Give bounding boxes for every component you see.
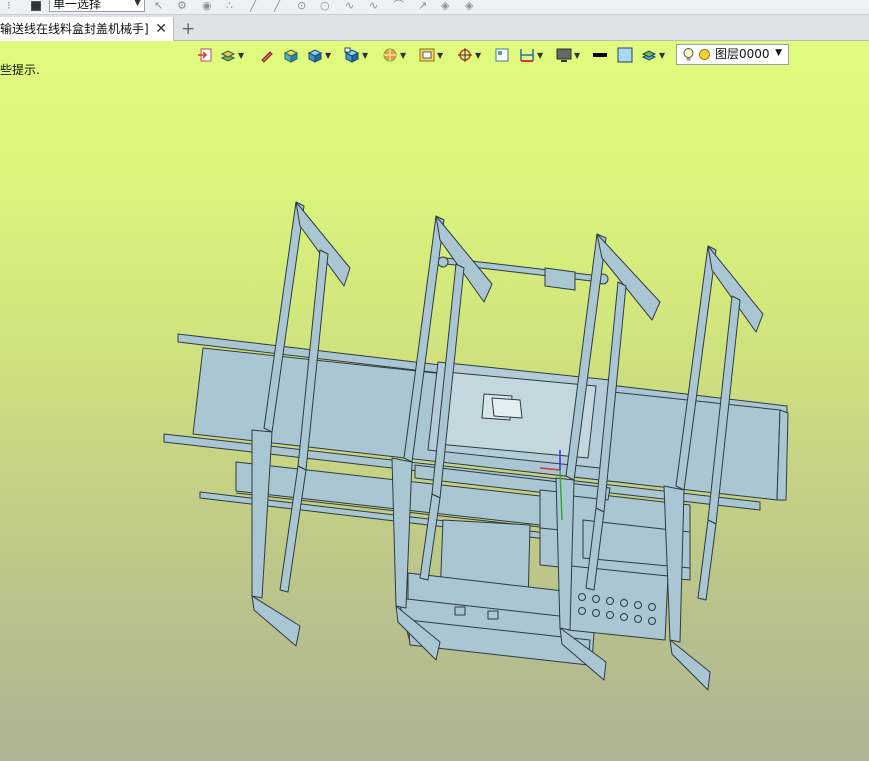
chevron-down-icon: ▼ bbox=[134, 0, 141, 8]
document-tab-bar: 输送线在线料盒封盖机械手] ✕ + bbox=[0, 15, 869, 41]
play-icon[interactable]: ◉ bbox=[202, 0, 212, 12]
points-icon[interactable]: ∴ bbox=[226, 0, 233, 12]
curve-icon[interactable]: ∿ bbox=[369, 0, 378, 12]
layer-stack-icon-2[interactable]: ◈ bbox=[465, 0, 473, 12]
pin-icon[interactable]: ⁝ bbox=[7, 0, 11, 12]
spline-icon[interactable]: ∿ bbox=[345, 0, 354, 12]
add-tab-button[interactable]: + bbox=[181, 17, 195, 41]
selection-mode-value: 单一选择 bbox=[53, 0, 102, 11]
line-tool-icon[interactable]: ╱ bbox=[274, 0, 281, 12]
stop-icon[interactable] bbox=[31, 1, 41, 11]
circle-icon[interactable]: ○ bbox=[320, 0, 330, 12]
layer-stack-icon[interactable]: ◈ bbox=[441, 0, 449, 12]
tab-document[interactable]: 输送线在线料盒封盖机械手] ✕ bbox=[0, 17, 174, 41]
top-toolbar: ⁝ 单一选择 ▼ ↖ ⚙ ◉ ∴ ╱ ╱ ⊙ ○ ∿ ∿ ⌒ ↗ ◈ ◈ bbox=[0, 0, 869, 15]
circle-center-icon[interactable]: ⊙ bbox=[297, 0, 306, 12]
arc-icon[interactable]: ⌒ bbox=[393, 0, 404, 12]
close-icon[interactable]: ✕ bbox=[155, 17, 167, 41]
trim-icon[interactable]: ↗ bbox=[418, 0, 427, 12]
selection-mode-dropdown[interactable]: 单一选择 ▼ bbox=[49, 0, 145, 12]
tab-document-label: 输送线在线料盒封盖机械手] bbox=[0, 22, 149, 36]
3d-viewport[interactable]: 些提示. ▼ ▼ ▼ ▼ ▼ ▼ ▼ ▼ ▼ 图层0000 ▼ bbox=[0, 41, 869, 761]
line-icon[interactable]: ╱ bbox=[250, 0, 257, 12]
filter-icon[interactable]: ⚙ bbox=[177, 0, 187, 12]
cursor-icon[interactable]: ↖ bbox=[154, 0, 163, 12]
machine-model bbox=[163, 201, 789, 691]
